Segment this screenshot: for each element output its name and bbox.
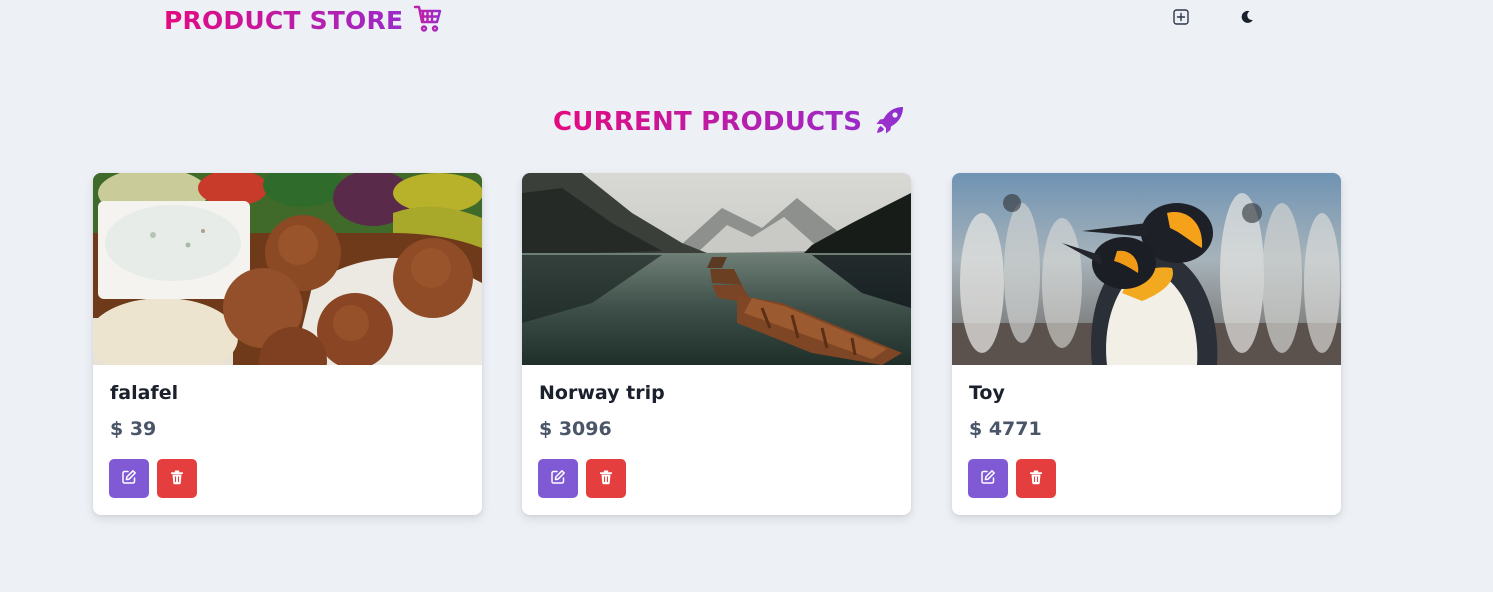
product-price: $ 39 [110,418,157,440]
plus-square-icon [1172,8,1190,30]
edit-button[interactable] [109,459,149,498]
edit-icon [550,469,566,489]
edit-icon [121,469,137,489]
trash-icon [598,469,614,489]
product-price: $ 3096 [539,418,612,440]
lake-boats-photo [522,173,911,365]
penguins-photo [952,173,1341,365]
trash-icon [1028,469,1044,489]
trash-icon [169,469,185,489]
moon-icon [1239,9,1255,29]
navbar: PRODUCT STORE [0,0,1493,40]
section-heading: CURRENT PRODUCTS [553,104,906,140]
product-name: Toy [969,382,1005,404]
edit-icon [980,469,996,489]
delete-button[interactable] [1016,459,1056,498]
product-card: Norway trip $ 3096 [522,173,911,515]
delete-button[interactable] [157,459,197,498]
page-title: CURRENT PRODUCTS [553,107,863,137]
product-name: falafel [110,382,179,404]
edit-button[interactable] [968,459,1008,498]
rocket-icon [874,104,906,140]
product-name: Norway trip [539,382,665,404]
product-price: $ 4771 [969,418,1042,440]
toggle-theme-button[interactable] [1234,6,1260,32]
product-card: falafel $ 39 [93,173,482,515]
product-card: Toy $ 4771 [952,173,1341,515]
brand-link[interactable]: PRODUCT STORE [164,4,443,38]
edit-button[interactable] [538,459,578,498]
falafel-photo [93,173,482,365]
brand-title: PRODUCT STORE [164,6,404,35]
shopping-cart-icon [413,4,443,38]
create-product-button[interactable] [1168,6,1194,32]
delete-button[interactable] [586,459,626,498]
